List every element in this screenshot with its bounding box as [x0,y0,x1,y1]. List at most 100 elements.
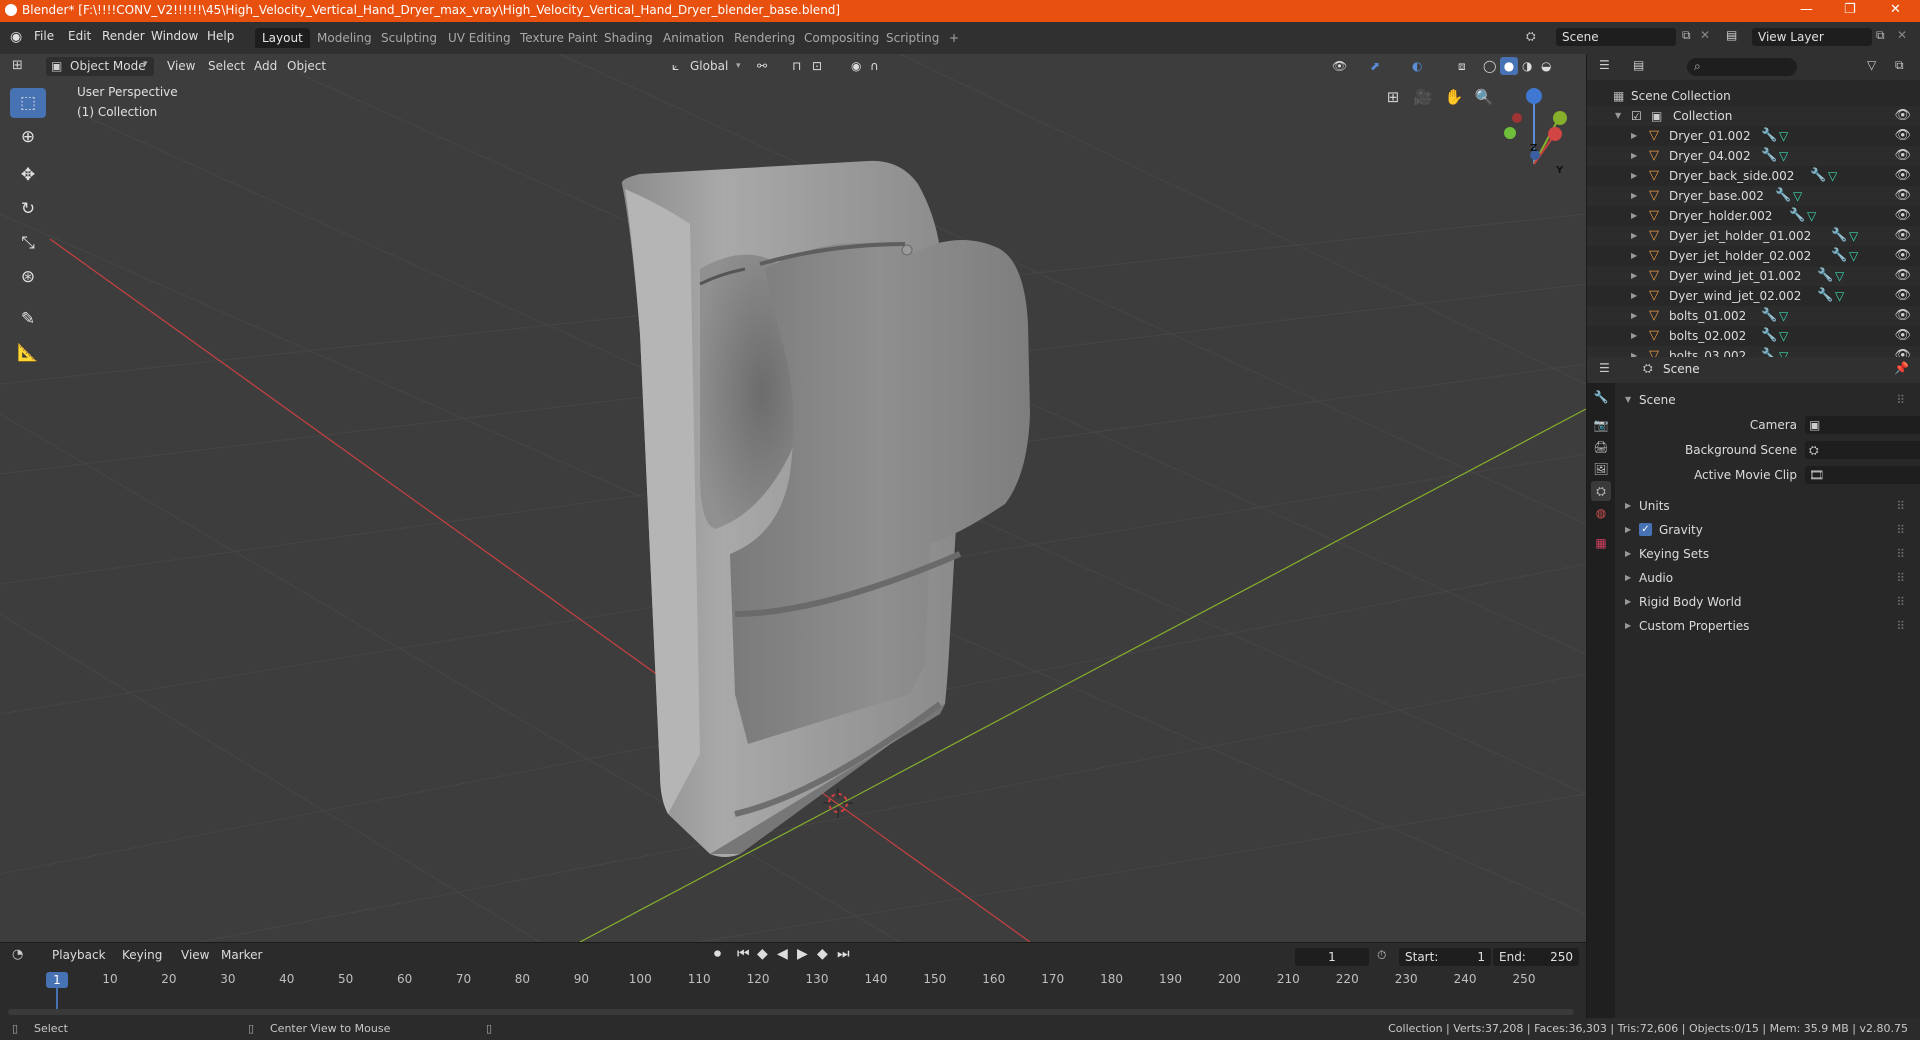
cursor-tool[interactable]: ⊕ [10,122,46,152]
expand-triangle-icon[interactable]: ▶ [1631,306,1637,326]
move-tool[interactable]: ✥ [10,160,46,190]
outliner-object-row[interactable]: ▶ ▽ bolts_02.002 🔧 ▽ 👁 [1587,326,1920,346]
mesh-data-icon[interactable]: ▽ [1835,266,1844,286]
wireframe-shading-icon[interactable]: ◯ [1483,59,1496,73]
visibility-icon[interactable]: 👁 [1332,59,1347,73]
menu-window[interactable]: Window [151,29,198,43]
grid-view-icon[interactable]: ⊞ [1380,84,1406,110]
annotate-tool[interactable]: ✎ [10,304,46,334]
eye-icon[interactable]: 👁 [1894,106,1911,126]
mesh-data-icon[interactable]: ▽ [1779,126,1788,146]
expand-triangle-icon[interactable]: ▶ [1631,326,1637,346]
drag-handle-icon[interactable]: ⠿ [1896,543,1905,565]
eye-icon[interactable]: 👁 [1894,246,1911,266]
expand-triangle-icon[interactable]: ▶ [1631,266,1637,286]
tab-scripting[interactable]: Scripting [879,28,946,48]
restore-button[interactable]: ❐ [1844,2,1856,17]
tab-texture-paint[interactable]: Texture Paint [513,28,604,48]
timeline-menu-view[interactable]: View [181,948,209,962]
drag-handle-icon[interactable]: ⠿ [1896,615,1905,637]
eye-icon[interactable]: 👁 [1894,146,1911,166]
gravity-checkbox[interactable]: ✓ [1639,523,1652,536]
jump-end-icon[interactable]: ⏭ [837,946,850,962]
new-collection-icon[interactable]: ⧉ [1895,58,1904,73]
transform-tool[interactable]: ⊛ [10,262,46,292]
timeline-scrollbar[interactable] [8,1009,1574,1015]
prev-keyframe-icon[interactable]: ◆ [757,946,768,962]
camera-view-icon[interactable]: 🎥 [1410,84,1436,110]
outliner-object-row[interactable]: ▶ ▽ Dryer_01.002 🔧 ▽ 👁 [1587,126,1920,146]
outliner-object-row[interactable]: ▶ ▽ Dyer_wind_jet_01.002 🔧 ▽ 👁 [1587,266,1920,286]
pin-icon[interactable]: 📌 [1894,361,1909,375]
outliner-editor-icon[interactable]: ☰ [1599,58,1610,72]
eye-icon[interactable]: 👁 [1894,206,1911,226]
falloff-icon[interactable]: ∩ [870,59,879,73]
expand-triangle-icon[interactable]: ▶ [1631,246,1637,266]
outliner-object-row[interactable]: ▶ ▽ Dyer_jet_holder_02.002 🔧 ▽ 👁 [1587,246,1920,266]
mesh-data-icon[interactable]: ▽ [1807,206,1816,226]
outliner-object-row[interactable]: ▶ ▽ Dryer_back_side.002 🔧 ▽ 👁 [1587,166,1920,186]
proportional-edit-icon[interactable]: ◉ [851,59,861,73]
rigid-body-world-panel-header[interactable]: ▶ Rigid Body World ⠿ [1623,591,1913,613]
close-button[interactable]: ✕ [1890,2,1901,17]
mesh-data-icon[interactable]: ▽ [1828,166,1837,186]
background-scene-field[interactable]: ⛭ [1805,441,1920,459]
expand-triangle-icon[interactable]: ▶ [1631,186,1637,206]
snap-icon[interactable]: ⊓ [792,59,801,73]
snap-target-icon[interactable]: ⊡ [812,59,822,73]
mesh-data-icon[interactable]: ▽ [1849,226,1858,246]
tab-sculpting[interactable]: Sculpting [374,28,444,48]
scale-tool[interactable]: ⤡ [10,228,46,258]
modifier-wrench-icon[interactable]: 🔧 [1761,126,1777,146]
active-movie-clip-field[interactable]: 🎞 [1805,466,1920,484]
pan-hand-icon[interactable]: ✋ [1441,84,1467,110]
scene-selector[interactable]: Scene [1556,28,1676,46]
drag-handle-icon[interactable]: ⠿ [1896,519,1905,541]
custom-properties-panel-header[interactable]: ▶ Custom Properties ⠿ [1623,615,1913,637]
mesh-data-icon[interactable]: ▽ [1779,306,1788,326]
select-box-tool[interactable]: ⬚ [10,88,46,118]
menu-render[interactable]: Render [102,29,145,43]
checkbox-icon[interactable]: ☑ [1631,106,1642,126]
drag-handle-icon[interactable]: ⠿ [1896,567,1905,589]
eye-icon[interactable]: 👁 [1894,326,1911,346]
mesh-data-icon[interactable]: ▽ [1779,326,1788,346]
filter-icon[interactable]: ▽ [1867,58,1876,72]
tab-layout[interactable]: Layout [255,28,310,48]
end-frame-field[interactable]: End: 250 [1493,948,1579,966]
gravity-panel-header[interactable]: ▶ ✓ Gravity ⠿ [1623,519,1913,541]
play-icon[interactable]: ▶ [797,946,808,962]
tool-tab-icon[interactable]: 🔧 [1591,387,1611,407]
camera-field[interactable]: ▣ ✒ [1805,416,1920,434]
play-reverse-icon[interactable]: ◀ [777,946,788,962]
scene-tab-icon[interactable]: ⛭ [1591,481,1611,501]
outliner-object-row[interactable]: ▶ ▽ Dyer_wind_jet_02.002 🔧 ▽ 👁 [1587,286,1920,306]
mode-selector[interactable]: ▣ Object Mode ▾ [46,57,154,76]
eye-icon[interactable]: 👁 [1894,186,1911,206]
viewport-menu-view[interactable]: View [167,59,195,73]
outliner-object-row[interactable]: ▶ ▽ Dryer_base.002 🔧 ▽ 👁 [1587,186,1920,206]
scene-collection-row[interactable]: ▦ Scene Collection [1587,86,1920,106]
collapse-triangle-icon[interactable]: ▼ [1615,106,1621,126]
tab-compositing[interactable]: Compositing [797,28,886,48]
eye-icon[interactable]: 👁 [1894,166,1911,186]
expand-triangle-icon[interactable]: ▶ [1631,226,1637,246]
transform-orientation-selector[interactable]: Global [690,59,728,73]
modifier-wrench-icon[interactable]: 🔧 [1831,226,1847,246]
eye-icon[interactable]: 👁 [1894,306,1911,326]
display-mode-icon[interactable]: ▤ [1633,58,1644,72]
tab-uv-editing[interactable]: UV Editing [441,28,518,48]
viewport-menu-object[interactable]: Object [287,59,326,73]
overlay-toggle-icon[interactable]: ◐ [1412,59,1422,73]
eye-icon[interactable]: 👁 [1894,286,1911,306]
menu-file[interactable]: File [34,29,54,43]
3d-cursor-icon[interactable] [823,788,853,818]
timeline-menu-marker[interactable]: Marker [221,948,262,962]
view-layer-selector[interactable]: View Layer [1752,28,1872,46]
tab-rendering[interactable]: Rendering [727,28,802,48]
menu-edit[interactable]: Edit [68,29,91,43]
viewport-menu-add[interactable]: Add [254,59,277,73]
tab-shading[interactable]: Shading [597,28,660,48]
expand-triangle-icon[interactable]: ▶ [1631,126,1637,146]
modifier-wrench-icon[interactable]: 🔧 [1817,266,1833,286]
